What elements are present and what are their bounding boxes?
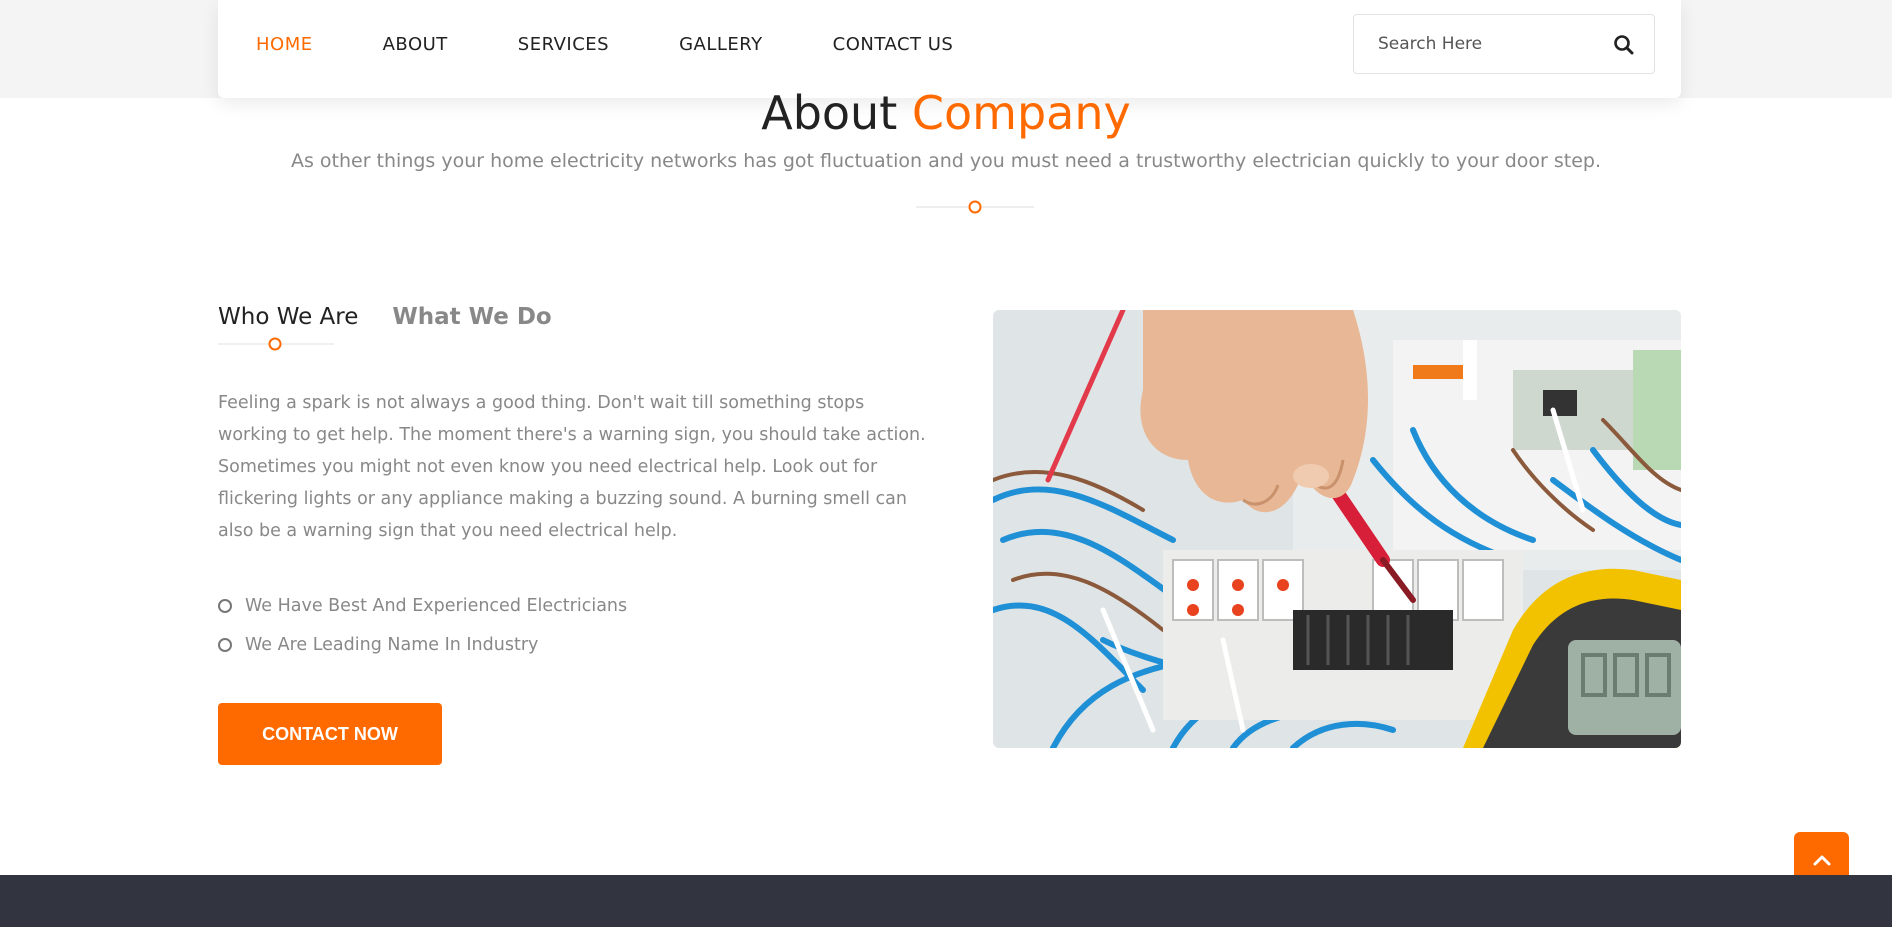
tab-who-we-are[interactable]: Who We Are [218,304,358,330]
footer [0,875,1892,927]
section-title-main: About [761,86,898,140]
circle-bullet-icon [218,637,232,652]
electrician-image [993,310,1681,748]
electrician-photo [993,310,1681,748]
tab-what-we-do[interactable]: What We Do [392,304,551,330]
nav-menu: HOME ABOUT SERVICES GALLERY CONTACT US [256,34,1023,55]
circle-divider-icon [916,200,1034,214]
feature-label: We Have Best And Experienced Electrician… [245,595,628,616]
tab-divider-icon [218,337,334,351]
about-paragraph: Feeling a spark is not always a good thi… [218,393,926,541]
nav-item-about[interactable]: ABOUT [383,34,448,55]
section-title-accent: Company [911,86,1131,140]
circle-bullet-icon [218,598,232,613]
about-tabs: Who We Are What We Do [218,304,586,330]
list-item: We Are Leading Name In Industry [218,625,627,664]
search-icon[interactable] [1612,33,1636,57]
nav-item-services[interactable]: SERVICES [518,34,609,55]
navbar: HOME ABOUT SERVICES GALLERY CONTACT US [218,0,1681,98]
search-input[interactable] [1378,31,1598,57]
feature-label: We Are Leading Name In Industry [245,634,539,655]
nav-item-contact-us[interactable]: CONTACT US [833,34,954,55]
feature-list: We Have Best And Experienced Electrician… [218,586,627,664]
search-box [1353,14,1655,74]
nav-item-gallery[interactable]: GALLERY [679,34,763,55]
contact-now-button[interactable]: CONTACT NOW [218,703,442,765]
section-subtitle: As other things your home electricity ne… [290,150,1602,172]
list-item: We Have Best And Experienced Electrician… [218,586,627,625]
section-title: About Company [0,86,1892,140]
nav-item-home[interactable]: HOME [256,34,313,55]
chevron-up-icon [1813,855,1830,866]
